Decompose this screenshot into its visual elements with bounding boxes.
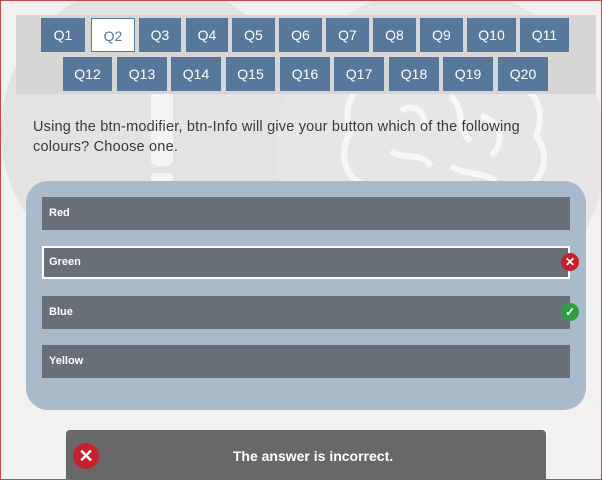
question-button-q13[interactable]: Q13 [117,57,167,91]
question-button-q8[interactable]: Q8 [373,18,416,52]
feedback-banner: ✕ The answer is incorrect. [66,430,546,479]
answer-option-yellow[interactable]: Yellow [42,345,570,378]
question-button-q2[interactable]: Q2 [91,18,135,52]
question-button-q16[interactable]: Q16 [280,57,330,91]
question-button-q6[interactable]: Q6 [279,18,322,52]
question-button-q4[interactable]: Q4 [186,18,228,52]
answer-option-blue[interactable]: Blue [42,296,570,329]
question-button-q5[interactable]: Q5 [232,18,275,52]
question-nav-row-1: Q1 Q2 Q3 Q4 Q5 Q6 Q7 Q8 Q9 Q10 Q11 [16,18,596,52]
question-navigation: Q1 Q2 Q3 Q4 Q5 Q6 Q7 Q8 Q9 Q10 Q11 Q12 Q… [16,15,596,94]
question-button-q15[interactable]: Q15 [226,57,275,91]
question-button-q3[interactable]: Q3 [139,18,181,52]
answer-option-red[interactable]: Red [42,197,570,230]
question-button-q20[interactable]: Q20 [498,57,548,91]
feedback-text: The answer is incorrect. [232,448,394,464]
close-icon: ✕ [561,253,579,271]
question-button-q11[interactable]: Q11 [520,18,569,52]
question-button-q9[interactable]: Q9 [420,18,463,52]
quiz-frame: Q1 Q2 Q3 Q4 Q5 Q6 Q7 Q8 Q9 Q10 Q11 Q12 Q… [0,0,602,480]
question-button-q7[interactable]: Q7 [326,18,369,52]
question-button-q1[interactable]: Q1 [41,18,85,52]
question-button-q19[interactable]: Q19 [443,57,493,91]
question-text: Using the btn-modifier, btn-Info will gi… [33,119,520,155]
answers-panel: Red Green ✕ Blue ✓ Yellow [26,181,586,410]
question-button-q18[interactable]: Q18 [389,57,439,91]
answer-option-green[interactable]: Green [42,246,570,279]
question-button-q10[interactable]: Q10 [467,18,516,52]
check-icon: ✓ [561,303,579,321]
question-button-q17[interactable]: Q17 [334,57,384,91]
question-button-q14[interactable]: Q14 [171,57,221,91]
question-nav-row-2: Q12 Q13 Q14 Q15 Q16 Q17 Q18 Q19 Q20 [16,57,596,91]
question-button-q12[interactable]: Q12 [63,57,112,91]
